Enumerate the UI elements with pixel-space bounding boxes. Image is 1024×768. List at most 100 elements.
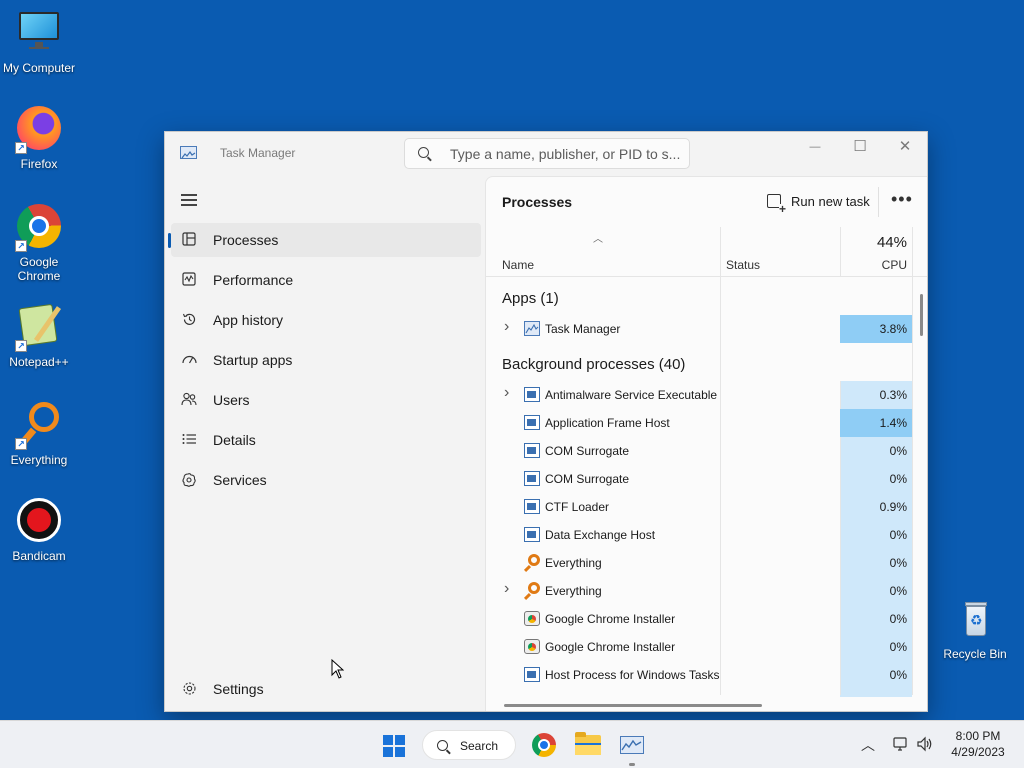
column-header-name[interactable]: Name [502, 258, 534, 272]
hamburger-menu-icon[interactable] [181, 194, 197, 206]
history-icon [181, 312, 197, 328]
recycle-bin-icon: ♻ [951, 596, 999, 644]
process-cpu: 3.8% [840, 315, 912, 343]
sidebar-item-app-history[interactable]: App history [171, 303, 481, 337]
run-new-task-label: Run new task [791, 194, 870, 209]
group-header-apps: Apps (1) [502, 290, 559, 307]
sidebar-item-details[interactable]: Details [171, 423, 481, 457]
sidebar-item-users[interactable]: Users [171, 383, 481, 417]
task-manager-app-icon [180, 146, 197, 159]
taskbar-file-explorer-button[interactable] [572, 729, 604, 761]
sidebar-item-label: Processes [213, 232, 279, 248]
folder-icon [575, 732, 601, 755]
process-cpu: 0% [889, 556, 907, 570]
volume-icon[interactable] [916, 736, 934, 752]
close-button[interactable]: ✕ [882, 132, 927, 162]
process-name: CTF Loader [545, 500, 610, 514]
services-icon [181, 472, 197, 488]
sidebar-item-settings[interactable]: Settings [171, 672, 481, 706]
desktop-icon-firefox[interactable]: ↗ Firefox [0, 106, 78, 171]
search-box[interactable] [404, 138, 690, 169]
desktop-icon-my-computer[interactable]: My Computer [0, 10, 78, 75]
taskbar-search-button[interactable]: Search [422, 730, 516, 760]
taskbar-task-manager-button[interactable] [616, 729, 648, 761]
details-icon [181, 432, 197, 448]
window-icon [524, 415, 540, 430]
shortcut-arrow-icon: ↗ [15, 240, 27, 252]
mouse-cursor-icon [331, 659, 344, 679]
more-options-button[interactable]: ••• [891, 189, 913, 210]
column-header-cpu[interactable]: CPU [882, 258, 907, 272]
search-input[interactable] [450, 145, 680, 163]
process-row[interactable]: › Everything 0% [486, 577, 912, 605]
task-manager-window: Task Manager — ☐ ✕ Processes Performance… [164, 131, 928, 712]
sidebar-item-startup-apps[interactable]: Startup apps [171, 343, 481, 377]
network-icon[interactable] [892, 736, 908, 752]
process-name: COM Surrogate [545, 472, 630, 486]
settings-gear-icon [181, 681, 197, 697]
group-gap [840, 277, 912, 315]
show-hidden-icons-chevron-icon[interactable]: ︿ [861, 735, 875, 755]
process-row[interactable]: COM Surrogate 0% [486, 437, 912, 465]
everything-icon [528, 582, 540, 594]
process-cpu: 0% [889, 668, 907, 682]
process-cpu: 1.4% [840, 409, 912, 437]
window-icon [524, 471, 540, 486]
title-bar[interactable]: Task Manager — ☐ ✕ [165, 132, 927, 176]
startup-icon [181, 352, 197, 368]
column-header-status[interactable]: Status [726, 258, 760, 272]
process-row[interactable]: Host Process for Windows Tasks 0% [486, 661, 912, 689]
process-cpu: 0% [889, 472, 907, 486]
process-name: Google Chrome Installer [545, 612, 676, 626]
minimize-button[interactable]: — [792, 132, 838, 162]
expand-chevron-icon[interactable]: › [504, 318, 509, 336]
vertical-scrollbar[interactable] [920, 294, 923, 336]
sidebar-item-performance[interactable]: Performance [171, 263, 481, 297]
sort-up-icon: ︿ [593, 234, 603, 245]
everything-icon: ↗ [15, 402, 63, 450]
desktop-icon-recycle-bin[interactable]: ♻ Recycle Bin [936, 596, 1014, 661]
taskbar-chrome-button[interactable] [528, 729, 560, 761]
process-row[interactable]: CTF Loader 0.9% [486, 493, 912, 521]
taskmanager-icon [524, 321, 540, 336]
process-row[interactable]: Application Frame Host 1.4% [486, 409, 912, 437]
sidebar-item-processes[interactable]: Processes [168, 223, 481, 257]
process-row[interactable]: › Task Manager 3.8% [486, 315, 912, 343]
process-row[interactable]: Data Exchange Host 0% [486, 521, 912, 549]
process-row[interactable]: › Antimalware Service Executable 0.3% [486, 381, 912, 409]
desktop-icon-notepadpp[interactable]: ↗ Notepad++ [0, 303, 78, 369]
process-row[interactable]: Google Chrome Installer 0% [486, 633, 912, 661]
sidebar-item-label: Settings [213, 681, 264, 697]
monitor-icon [15, 10, 63, 58]
expand-chevron-icon[interactable]: › [504, 580, 509, 598]
process-cpu: 0.3% [879, 388, 907, 402]
desktop-icon-label: Google Chrome [17, 255, 61, 283]
process-row[interactable]: Google Chrome Installer 0% [486, 605, 912, 633]
start-button[interactable] [377, 729, 409, 761]
process-name: Task Manager [545, 322, 621, 336]
clock-time: 8:00 PM [955, 729, 1001, 743]
window-icon [524, 443, 540, 458]
processes-panel: Processes Run new task ••• ︿ Name Status… [485, 176, 927, 711]
divider [878, 187, 879, 217]
clock[interactable]: 8:00 PM 4/29/2023 [940, 728, 1016, 760]
page-title: Processes [502, 194, 573, 210]
window-title: Task Manager [220, 146, 296, 160]
desktop-icon-everything[interactable]: ↗ Everything [0, 402, 78, 467]
process-name: Everything [545, 584, 602, 598]
column-header-row: ︿ Name Status 44% CPU [486, 227, 927, 277]
process-row[interactable]: COM Surrogate 0% [486, 465, 912, 493]
sidebar-item-label: Users [213, 392, 250, 408]
desktop-icon-chrome[interactable]: ↗ Google Chrome [0, 204, 78, 283]
maximize-button[interactable]: ☐ [837, 132, 883, 162]
expand-chevron-icon[interactable]: › [504, 384, 509, 402]
process-row[interactable]: Everything 0% [486, 549, 912, 577]
sidebar-item-services[interactable]: Services [171, 463, 481, 497]
window-icon [524, 387, 540, 402]
processes-icon [181, 232, 197, 248]
window-icon [524, 667, 540, 682]
horizontal-scrollbar[interactable] [504, 704, 762, 707]
installer-icon [524, 639, 540, 654]
process-cpu: 0% [889, 612, 907, 626]
desktop-icon-bandicam[interactable]: Bandicam [0, 498, 78, 563]
